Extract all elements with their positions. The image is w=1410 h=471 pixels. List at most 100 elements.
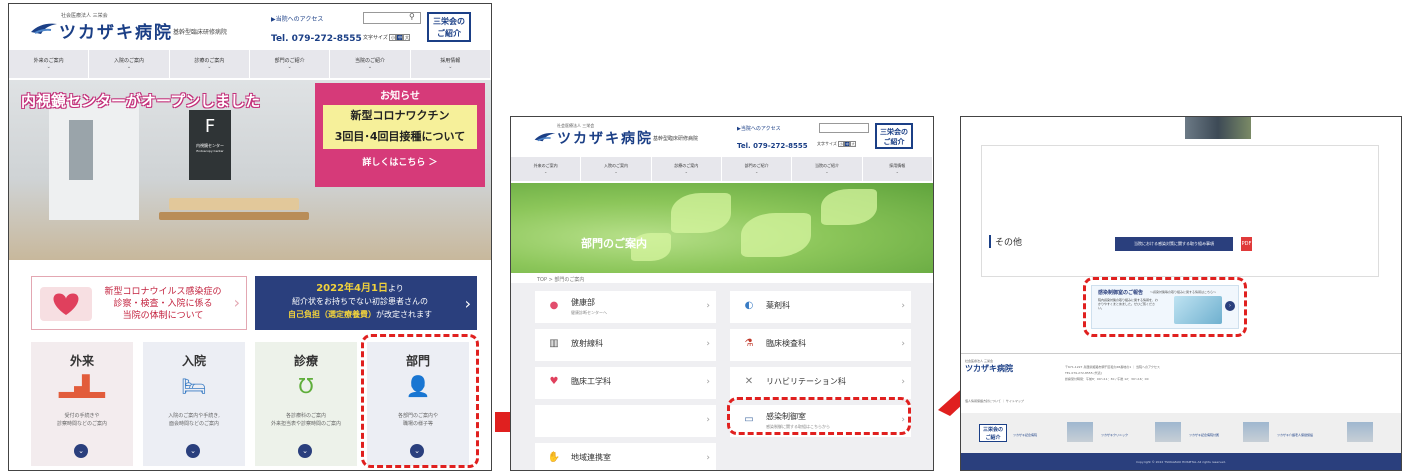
footer-links[interactable]: 個人情報保護方針について ｜ サイトマップ [965, 399, 1024, 403]
handshake-icon: ✋ [547, 452, 561, 463]
nav-item-about[interactable]: 当院のご紹介 ⌄ [330, 50, 411, 78]
other-section [981, 145, 1379, 277]
department-item[interactable]: ◐ 薬剤科 › [730, 291, 911, 323]
group-link-2[interactable]: ツカザキクリニック [1101, 422, 1185, 442]
breadcrumb[interactable]: TOP > 部門のご案内 [537, 276, 584, 283]
search-input[interactable] [819, 123, 869, 133]
copyright: Copyright © 2022 TSUKAZAKI HOSPITAL All … [961, 453, 1401, 470]
search-icon[interactable]: ⚲ [409, 12, 415, 21]
chevron-down-icon: ⌄ [367, 64, 373, 70]
highlight-infection-control [727, 397, 911, 435]
chevron-right-icon: › [706, 453, 710, 463]
news-heading: お知らせ [380, 91, 420, 102]
pdf-download-button[interactable]: 当院における感染対策に関する取り組み事項 [1115, 237, 1233, 251]
sankei-intro-button[interactable]: 三栄会の ご紹介 [979, 424, 1007, 442]
card-inpatient[interactable]: 入院 🛏 入院のご案内や手続き, 面会時間などのご案内 ⌄ [143, 342, 245, 466]
department-item[interactable]: ⚗ 臨床検査科 › [730, 329, 911, 361]
nav-item-medical[interactable]: 診療のご案内 ⌄ [170, 50, 250, 78]
chevron-right-icon: › [901, 339, 905, 349]
chevron-down-icon: ⌄ [287, 64, 292, 70]
department-item[interactable]: ✕ リハビリテーション科 › [730, 367, 911, 399]
page-title: 部門のご案内 [581, 237, 647, 250]
font-small-button[interactable]: 小 [389, 34, 397, 41]
department-item[interactable]: ✋ 地域連携室 › [535, 443, 716, 470]
nav-item-outpatient[interactable]: 外来のご案内 ⌄ [9, 50, 90, 78]
hospital-logo[interactable]: ツカザキ病院 [59, 18, 173, 43]
tel-number: Tel. 079-272-8555 [737, 142, 808, 150]
infection-control-page-screenshot: その他 当院における感染対策に関する取り組み事項 PDF 感染制御室のご報告 ～… [960, 116, 1402, 471]
chevron-down-icon: ⌄ [126, 64, 132, 70]
font-medium-button[interactable]: 中 [396, 34, 404, 41]
home-page-screenshot: 社会医療法人 三栄会 ツカザキ病院 基幹型臨床研修病院 ▶当院へのアクセス Te… [8, 3, 492, 471]
font-size-switcher: 文字サイズ 小中大 [363, 34, 411, 41]
endoscopy-sign: F 内視鏡センター Endoscopy Center [189, 110, 231, 180]
hospital-logo[interactable]: ツカザキ病院 [557, 128, 653, 148]
chevron-down-icon: ⌄ [46, 64, 51, 70]
chevron-right-icon: › [464, 294, 471, 313]
footer-hours: 診察受付時間：午前8：00～11：30 / 午後 12：30～16：00 [1065, 377, 1149, 381]
footer [961, 353, 1401, 419]
chevron-right-icon: › [706, 377, 710, 387]
hospital-subtitle: 基幹型臨床研修病院 [173, 29, 228, 36]
card-medical[interactable]: 診療 Ʊ 各診療科のご案内 外来担当表や診察時間のご案内 ⌄ [255, 342, 357, 466]
department-item[interactable]: ● 健康部 健康診断センターへ › [535, 291, 716, 323]
news-vaccine: 新型コロナワクチン 3回目･4回目接種について [323, 105, 477, 149]
stethoscope-icon: Ʊ [298, 374, 314, 398]
news-more-link[interactable]: 詳しくはこちら ＞ [315, 155, 485, 168]
departments-page-screenshot: 社会医療法人 三栄会 ツカザキ病院 基幹型臨床研修病院 ▶当院へのアクセス Te… [510, 116, 934, 471]
fee-revision-banner[interactable]: 2022年4月1日より 紹介状をお持ちでない初診患者さんの 自己負担（選定療養費… [255, 276, 477, 330]
chevron-right-icon: › [233, 293, 240, 312]
pdf-icon: PDF [1241, 237, 1252, 251]
card-outpatient[interactable]: 外来 ▂▟▂ 受付の手続きや 診察時間などのご案内 ⌄ [31, 342, 133, 466]
chevron-down-icon[interactable]: ⌄ [186, 444, 200, 458]
department-label: 放射線科 [571, 339, 603, 348]
main-nav: 外来のご案内 ⌄ 入院のご案内 ⌄ 診療のご案内 ⌄ 部門のご紹介 ⌄ 当院のご紹介 ⌄ … [511, 157, 933, 181]
main-nav: 外来のご案内 ⌄ 入院のご案内 ⌄ 診療のご案内 ⌄ 部門のご紹介 ⌄ 当院のご紹介 ⌄ … [9, 50, 491, 78]
group-link-4[interactable]: ツカザキ介護老人保健施設 [1277, 422, 1377, 442]
sankei-intro-button[interactable]: 三栄会の ご紹介 [427, 12, 471, 42]
group-link-1[interactable]: ツカザキ記念病院 [1013, 422, 1097, 442]
radiology-icon: ▥ [549, 338, 559, 349]
department-label: 薬剤科 [766, 301, 790, 310]
news-box[interactable]: お知らせ 新型コロナワクチン 3回目･4回目接種について 詳しくはこちら ＞ [315, 83, 485, 187]
department-label: 臨床工学科 [571, 377, 611, 386]
chevron-right-icon: › [901, 301, 905, 311]
access-link[interactable]: ▶当院へのアクセス [271, 14, 323, 23]
chevron-right-icon: › [901, 377, 905, 387]
font-large-button[interactable]: 大 [403, 34, 411, 41]
highlight-infection-report [1083, 277, 1247, 337]
footer-logo[interactable]: ツカザキ病院 [965, 363, 1013, 374]
site-header: 社会医療法人 三栄会 ツカザキ病院 基幹型臨床研修病院 ▶当院へのアクセス Te… [9, 4, 491, 80]
logo-bird-icon [534, 133, 556, 142]
microscope-icon: ⚗ [744, 338, 754, 349]
group-link-3[interactable]: ツカザキ記念病院付属 [1189, 422, 1273, 442]
department-item[interactable]: ▥ 放射線科 › [535, 329, 716, 361]
hero-title: 内視鏡センターがオープンしました [21, 92, 261, 110]
staff-photo [1185, 117, 1251, 139]
highlight-departments [361, 334, 479, 468]
section-title: その他 [989, 235, 1022, 248]
heart-hands-icon [40, 287, 92, 321]
reception-icon: ▂▟▂ [58, 374, 106, 398]
nav-item-inpatient[interactable]: 入院のご案内 ⌄ [89, 50, 170, 78]
department-item[interactable]: › [535, 405, 716, 437]
sankei-intro-button[interactable]: 三栄会の ご紹介 [875, 123, 913, 149]
pharmacy-icon: ◐ [744, 300, 754, 311]
footer-tel: TEL 079-272-8555 (代表) [1065, 371, 1102, 375]
department-list: ● 健康部 健康診断センターへ › ◐ 薬剤科 › ▥ 放射線科 › ⚗ 臨床検査科 › ♥ 臨床工学科 › ✕… [511, 283, 933, 470]
department-sub: 健康診断センターへ [571, 310, 607, 315]
covid-banner[interactable]: 新型コロナウイルス感染症の 診察・検査・入院に係る 当院の体制について › [31, 276, 247, 330]
access-link[interactable]: ▶当院へのアクセス [737, 125, 781, 132]
heartbeat-icon: ♥ [549, 376, 559, 387]
department-item[interactable]: ♥ 臨床工学科 › [535, 367, 716, 399]
nav-item-departments[interactable]: 部門のご紹介 ⌄ [250, 50, 331, 78]
nav-item-recruit[interactable]: 採用情報 ⌄ [411, 50, 491, 78]
chevron-right-icon: › [706, 301, 710, 311]
chevron-down-icon[interactable]: ⌄ [74, 444, 88, 458]
department-label: 地域連携室 [571, 453, 611, 462]
chevron-down-icon[interactable]: ⌄ [298, 444, 312, 458]
department-label: 健康部 [571, 298, 595, 307]
tel-number: Tel. 079-272-8555 [271, 34, 362, 44]
department-label: リハビリテーション科 [766, 377, 846, 386]
bed-icon: 🛏 [181, 374, 207, 398]
